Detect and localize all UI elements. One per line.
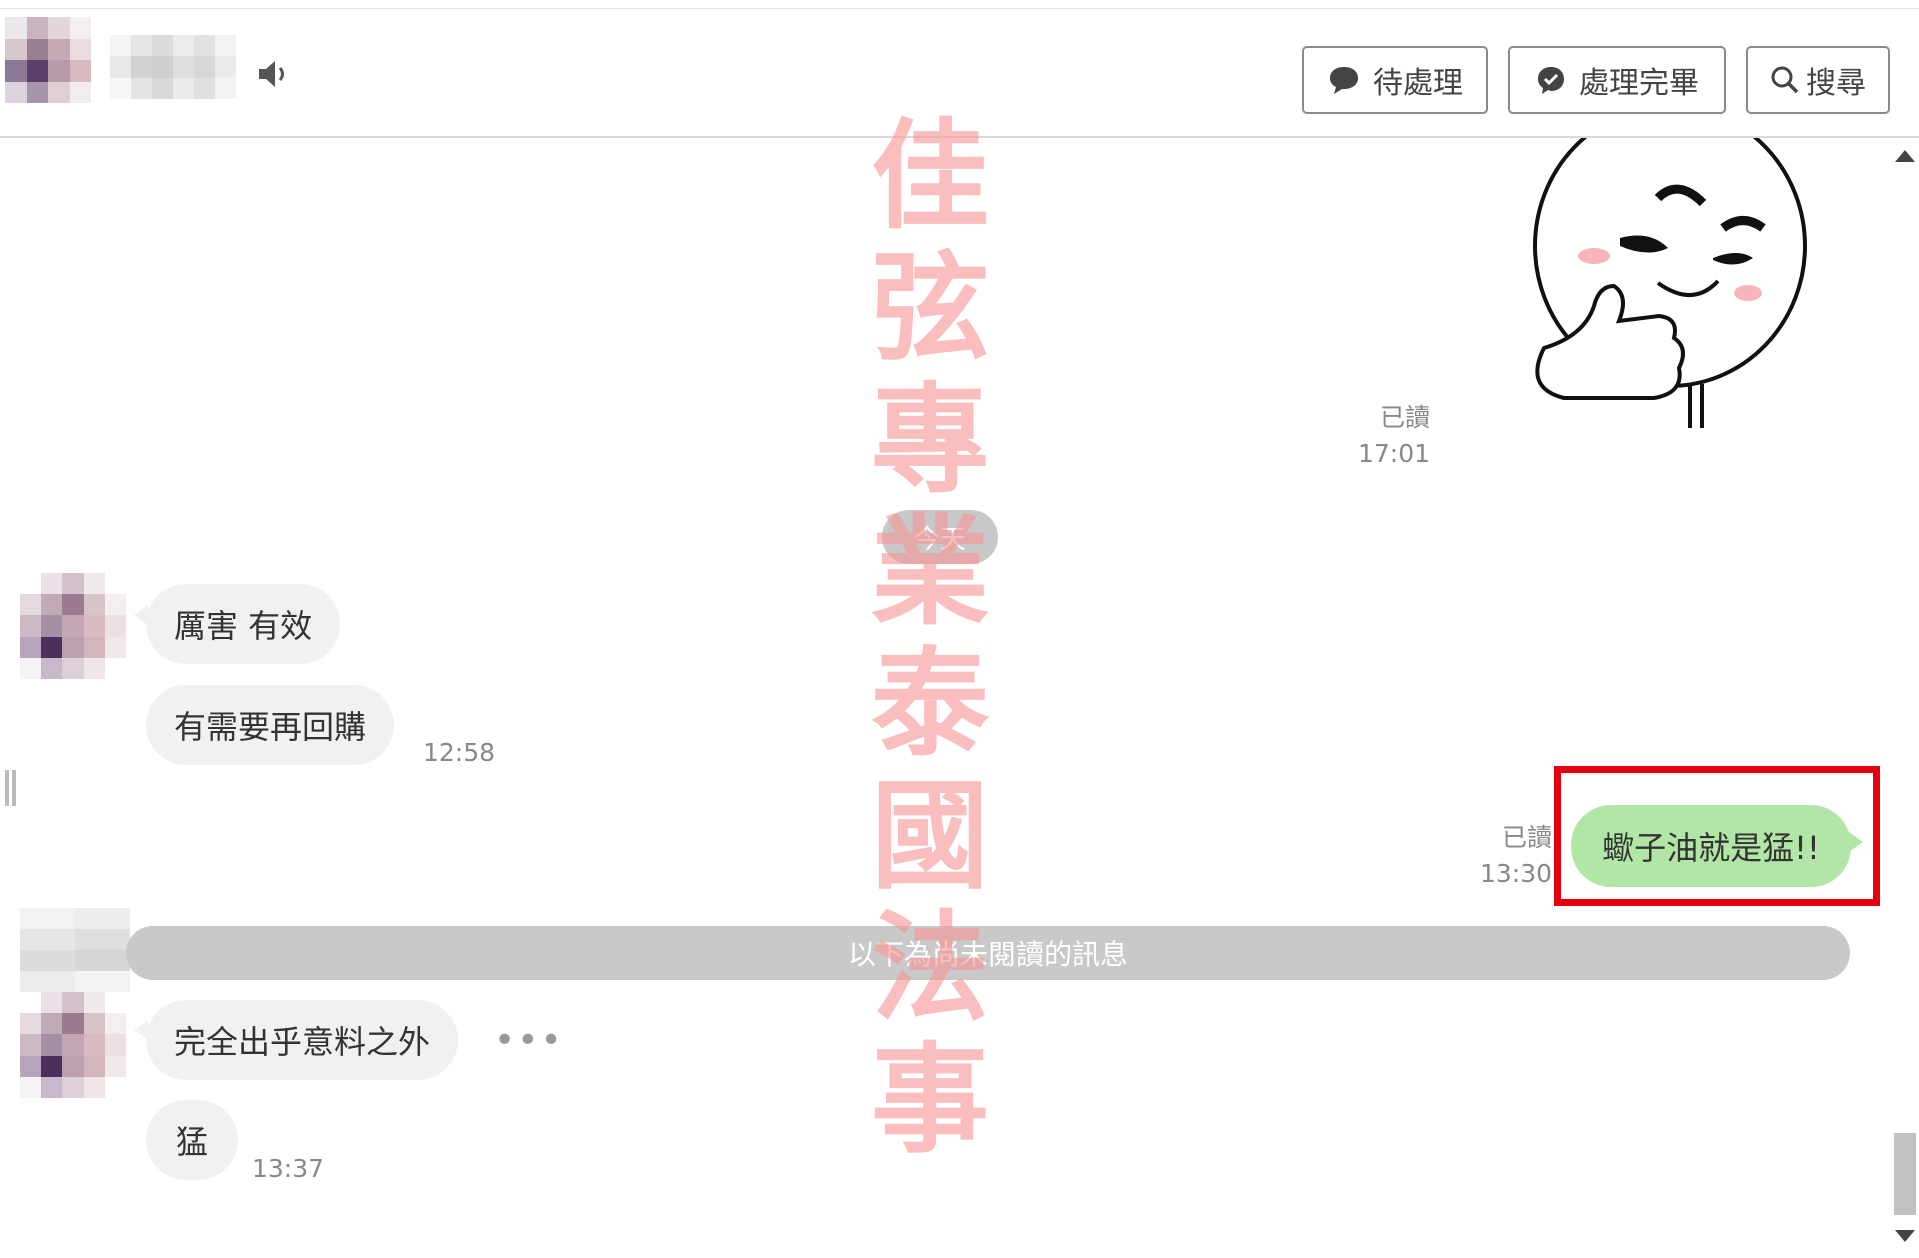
read-label: 已讀	[1501, 823, 1552, 852]
unread-divider: 以下為尚未閱讀的訊息	[126, 926, 1850, 980]
incoming-message[interactable]: 有需要再回購	[146, 685, 395, 765]
thumbs-up-character-sticker[interactable]	[1508, 138, 1838, 438]
done-button-label: 處理完畢	[1579, 66, 1699, 101]
scroll-up-arrow-icon[interactable]	[1895, 150, 1915, 162]
more-options-icon[interactable]: •••	[494, 1023, 564, 1059]
contact-name-redacted	[110, 35, 236, 99]
incoming-message[interactable]: 猛	[146, 1100, 239, 1180]
pending-button[interactable]: 待處理	[1302, 46, 1488, 114]
sticker-read-receipt: 已讀 17:01	[1300, 400, 1430, 472]
message-time: 12:58	[423, 738, 496, 767]
date-separator: 今天	[882, 510, 998, 564]
search-icon	[1771, 66, 1799, 94]
blurred-avatar-strip	[20, 908, 130, 992]
message-time: 13:37	[252, 1154, 325, 1183]
search-button[interactable]: 搜尋	[1746, 46, 1890, 114]
chat-header: 待處理 處理完畢 搜尋	[0, 9, 1919, 138]
outgoing-read-receipt: 已讀 13:30	[1420, 820, 1552, 892]
check-bubble-icon	[1538, 67, 1564, 94]
scroll-down-arrow-icon[interactable]	[1895, 1230, 1915, 1242]
vertical-scrollbar[interactable]	[1890, 138, 1919, 1258]
pending-button-label: 待處理	[1373, 66, 1463, 101]
incoming-message[interactable]: 完全出乎意料之外	[146, 1000, 459, 1080]
highlight-box	[1554, 766, 1880, 906]
speaker-icon[interactable]	[256, 56, 292, 92]
message-time: 17:01	[1357, 439, 1430, 468]
contact-avatar[interactable]	[5, 17, 91, 103]
scrollbar-thumb[interactable]	[1894, 1133, 1916, 1215]
done-button[interactable]: 處理完畢	[1508, 46, 1726, 114]
message-time: 13:30	[1479, 859, 1552, 888]
read-label: 已讀	[1379, 403, 1430, 432]
sender-avatar[interactable]	[20, 992, 126, 1098]
search-button-label: 搜尋	[1806, 66, 1866, 101]
resize-handle-icon[interactable]	[4, 770, 18, 806]
speech-bubble-icon	[1330, 67, 1358, 94]
window-top-edge	[0, 0, 1919, 9]
sender-avatar[interactable]	[20, 573, 126, 679]
incoming-message[interactable]: 厲害 有效	[146, 584, 341, 664]
